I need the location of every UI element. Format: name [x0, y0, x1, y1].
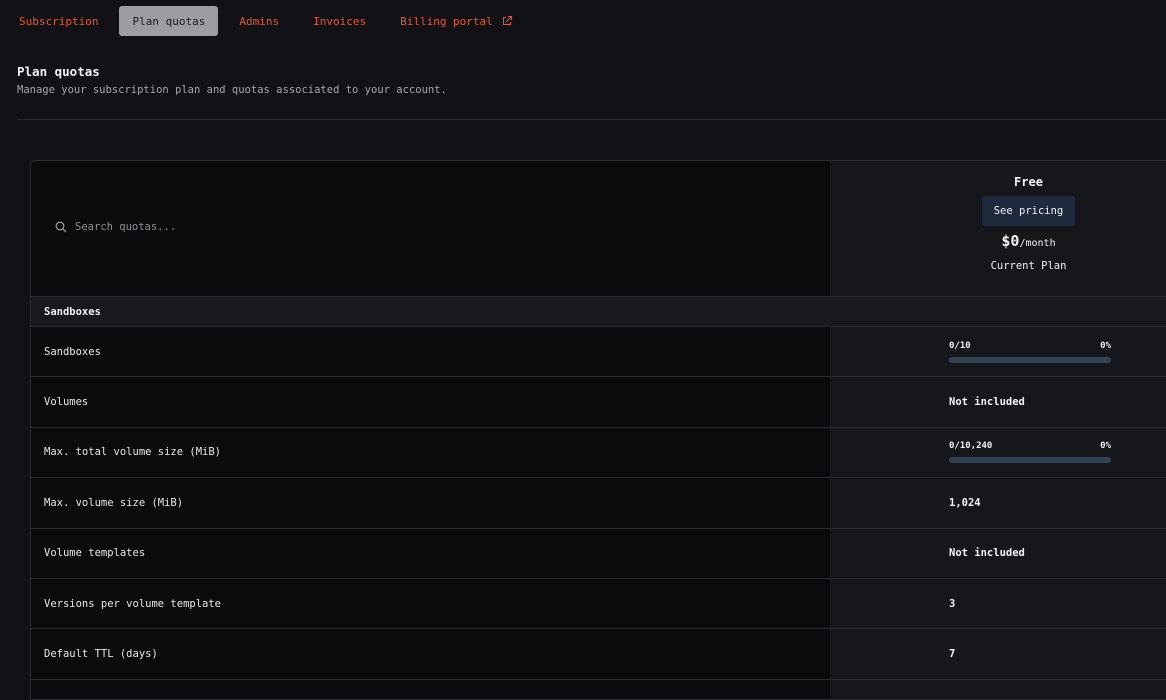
- quota-value: 3: [949, 597, 956, 610]
- search-icon: [55, 221, 67, 233]
- tab-label: Plan quotas: [132, 14, 206, 28]
- quota-label: Volume templates: [44, 547, 146, 560]
- price-amount: $0: [1001, 232, 1020, 250]
- quota-value: 1,024: [949, 496, 981, 509]
- tab-invoices[interactable]: Invoices: [300, 6, 379, 36]
- tab-admins[interactable]: Admins: [226, 6, 292, 36]
- page-header: Plan quotas Manage your subscription pla…: [17, 64, 447, 96]
- page-subtitle: Manage your subscription plan and quotas…: [17, 84, 447, 96]
- table-row: Max. volume size (MiB) 1,024: [31, 478, 1166, 529]
- external-link-icon: [501, 15, 513, 27]
- tab-label: Invoices: [313, 14, 367, 28]
- quota-label: Max. volume size (MiB): [44, 496, 184, 509]
- quota-usage: 0/10 0%: [949, 341, 1111, 363]
- quota-value: 7: [949, 648, 956, 661]
- header-divider: [17, 119, 1166, 120]
- table-row: Versions per volume template 3: [31, 579, 1166, 630]
- quota-value: Not included: [949, 547, 1025, 560]
- settings-tabs: Subscription Plan quotas Admins Invoices…: [6, 6, 534, 36]
- usage-percent: 0%: [1100, 340, 1111, 351]
- see-pricing-button[interactable]: See pricing: [981, 196, 1076, 226]
- quota-label: Sandboxes: [44, 345, 101, 358]
- quota-usage: 0/10,240 0%: [949, 441, 1111, 464]
- section-header: Sandboxes: [31, 297, 1166, 327]
- table-row: Max. total volume size (MiB) 0/10,240 0%: [31, 428, 1166, 479]
- usage-percent: 0%: [1100, 441, 1111, 452]
- usage-count: 0/10,240: [949, 441, 993, 452]
- search-box: [55, 221, 375, 233]
- price-period: /month: [1019, 238, 1056, 249]
- quotas-table: Free See pricing $0/month Current Plan S…: [30, 160, 1166, 700]
- usage-count: 0/10: [949, 340, 971, 351]
- tab-billing-portal[interactable]: Billing portal: [387, 6, 526, 36]
- tab-label: Subscription: [19, 14, 99, 28]
- page-title: Plan quotas: [17, 64, 100, 79]
- current-plan-label: Current Plan: [990, 260, 1067, 272]
- table-header-row: Free See pricing $0/month Current Plan: [31, 161, 1166, 297]
- tab-subscription[interactable]: Subscription: [6, 6, 111, 36]
- quota-label: Max. total volume size (MiB): [44, 446, 222, 459]
- usage-bar: [949, 457, 1111, 464]
- tab-label: Admins: [239, 14, 280, 28]
- quota-rows: Sandboxes Sandboxes 0/10 0% Volumes Not …: [31, 297, 1166, 680]
- quota-value: Not included: [949, 396, 1025, 409]
- plan-price: $0/month: [830, 231, 1166, 250]
- table-row: Sandboxes 0/10 0%: [31, 327, 1166, 378]
- table-row: Default TTL (days) 7: [31, 629, 1166, 680]
- tab-plan-quotas[interactable]: Plan quotas: [119, 6, 219, 36]
- table-row: Volume templates Not included: [31, 529, 1166, 579]
- quota-label: Volumes: [44, 396, 89, 409]
- plan-name: Free: [1014, 175, 1043, 189]
- table-row: Volumes Not included: [31, 377, 1166, 428]
- section-title: Sandboxes: [44, 305, 101, 318]
- tab-label: Billing portal: [400, 14, 493, 28]
- search-input[interactable]: [75, 221, 375, 233]
- usage-bar: [949, 356, 1111, 363]
- quota-label: Versions per volume template: [44, 597, 222, 610]
- quota-label: Default TTL (days): [44, 648, 158, 661]
- plan-header: Free See pricing $0/month Current Plan: [830, 161, 1166, 272]
